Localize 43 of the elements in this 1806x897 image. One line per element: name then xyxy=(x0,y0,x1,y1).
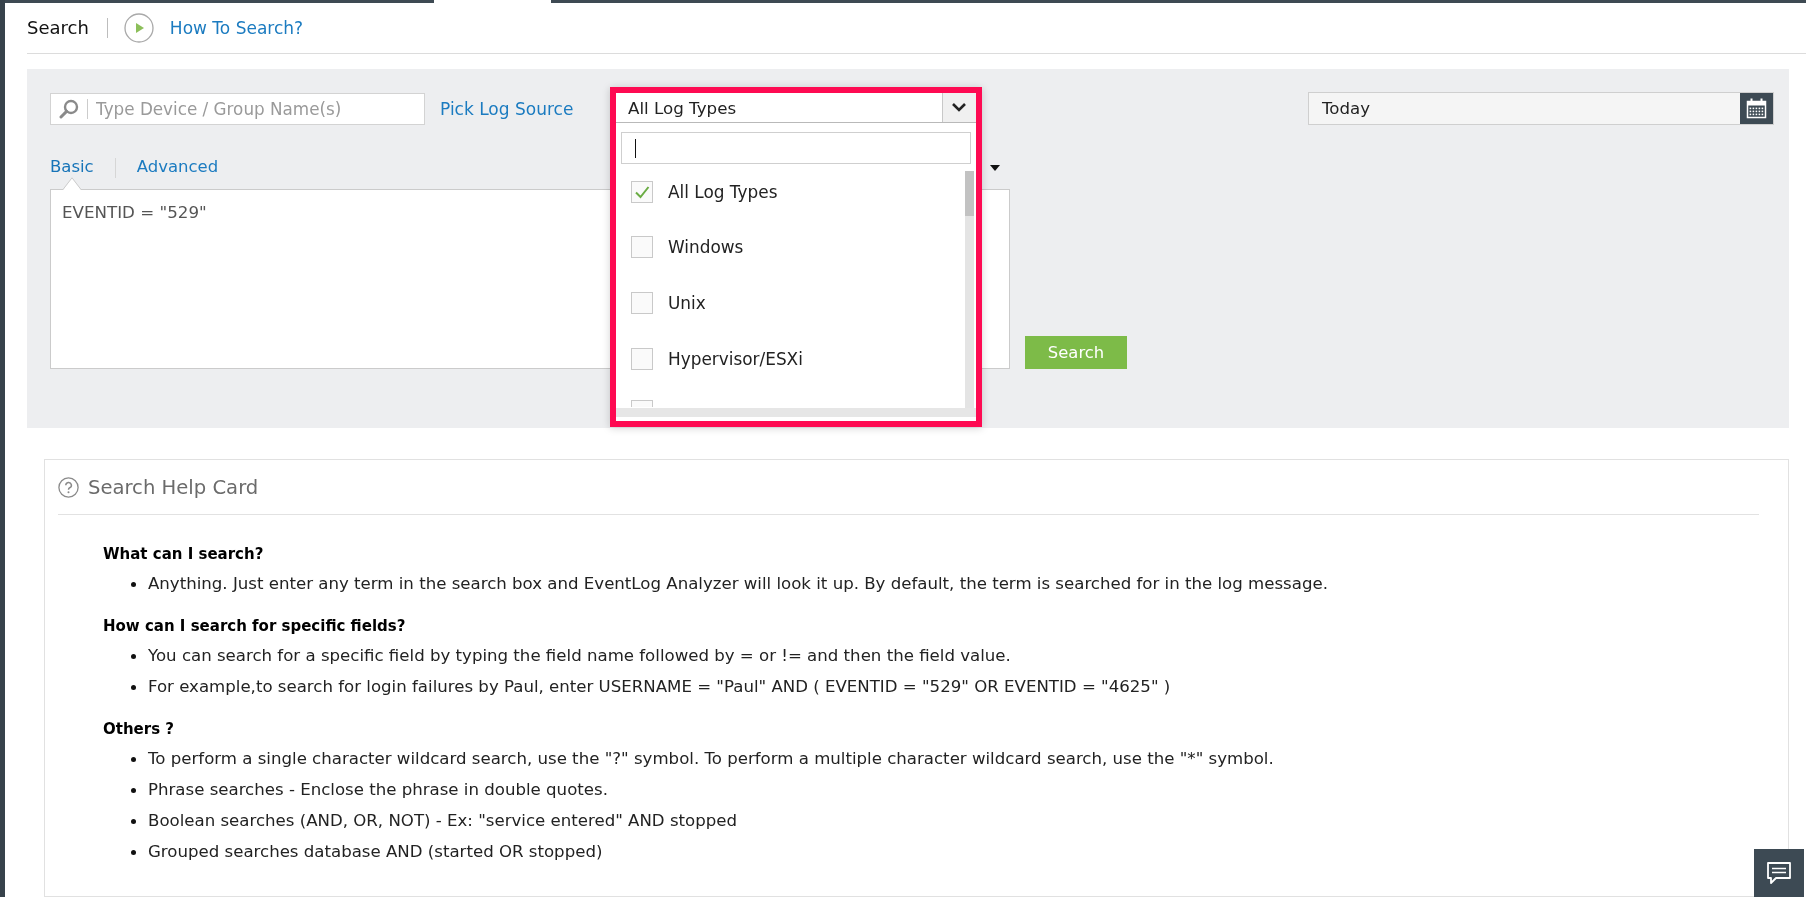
bullet-icon xyxy=(131,849,136,855)
page-title: Search xyxy=(27,17,89,39)
log-type-filter-field[interactable] xyxy=(621,132,971,164)
chevron-down-icon[interactable] xyxy=(942,93,976,122)
play-icon[interactable] xyxy=(123,13,154,43)
pick-log-source-link[interactable]: Pick Log Source xyxy=(440,97,574,120)
help-text: Phrase searches - Enclose the phrase in double quotes. xyxy=(148,780,608,800)
checkbox[interactable] xyxy=(631,180,653,203)
device-search-field[interactable]: Type Device / Group Name(s) xyxy=(50,92,425,125)
query-tab[interactable]: Basic xyxy=(50,157,94,189)
help-icon xyxy=(58,476,79,498)
log-type-option[interactable]: Unix xyxy=(616,275,965,331)
how-to-search-link[interactable]: How To Search? xyxy=(169,17,304,39)
checkbox[interactable] xyxy=(631,292,653,314)
bullet-icon xyxy=(131,818,136,824)
help-text: Grouped searches database AND (started OR stopped) xyxy=(148,842,603,862)
calendar-icon[interactable] xyxy=(1740,93,1773,124)
chat-icon[interactable] xyxy=(1754,849,1804,897)
bullet-icon xyxy=(131,787,136,793)
date-range-field[interactable]: Today xyxy=(1308,92,1774,125)
bullet-icon xyxy=(131,684,136,690)
log-type-option[interactable]: Windows xyxy=(616,219,965,276)
caret-icon[interactable] xyxy=(990,165,1000,171)
card-title: Search Help Card xyxy=(88,475,259,499)
search-icon xyxy=(59,98,79,119)
help-text: You can search for a specific field by typing the field name followed by = or != and then the field value. xyxy=(148,646,1011,666)
query-tab[interactable]: Advanced xyxy=(136,157,219,189)
help-text: For example,to search for login failures by Paul, enter USERNAME = "Paul" AND ( EVENTID = "529" OR EVENTID = "4625" ) xyxy=(148,677,1171,697)
section-heading: Others ? xyxy=(103,719,175,739)
section-heading: How can I search for specific fields? xyxy=(103,616,406,636)
checkbox[interactable] xyxy=(631,347,653,370)
log-type-select[interactable]: All Log Types xyxy=(616,93,976,123)
help-text: Anything. Just enter any term in the search box and EventLog Analyzer will look it up. By default, the term is searched for in the log message. xyxy=(148,574,1328,594)
bullet-icon xyxy=(131,756,136,762)
section-heading: What can I search? xyxy=(103,544,264,564)
bullet-icon xyxy=(131,581,136,587)
bullet-icon xyxy=(131,653,136,659)
help-text: Boolean searches (AND, OR, NOT) - Ex: "service entered" AND stopped xyxy=(148,811,738,831)
scrollbar-thumb[interactable] xyxy=(965,171,974,216)
checkbox[interactable] xyxy=(631,400,653,408)
tab-pointer-icon xyxy=(62,177,81,190)
help-text: To perform a single character wildcard search, use the "?" symbol. To perform a multiple character wildcard search, use the "*" symbol. xyxy=(148,749,1274,769)
checkbox[interactable] xyxy=(631,236,653,259)
